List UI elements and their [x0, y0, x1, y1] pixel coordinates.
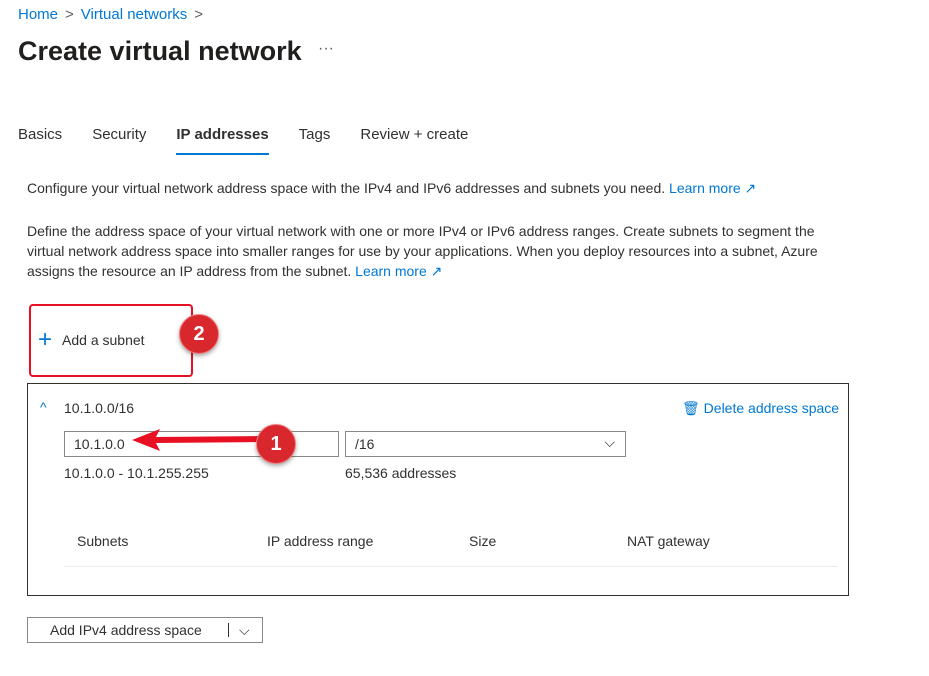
add-subnet-label: Add a subnet	[62, 332, 145, 348]
tab-review-create[interactable]: Review + create	[360, 126, 468, 155]
prefix-value: /16	[355, 436, 375, 452]
intro-text: Configure your virtual network address s…	[27, 178, 847, 198]
intro-label: Configure your virtual network address s…	[27, 180, 666, 196]
delete-address-space-button[interactable]: 🗑 Delete address space	[682, 400, 839, 417]
more-options-button[interactable]: ···	[318, 40, 334, 58]
column-size: Size	[469, 533, 497, 549]
annotation-badge-2: 2	[179, 314, 219, 354]
add-ipv4-address-space-button[interactable]: Add IPv4 address space ⌵	[27, 617, 263, 643]
address-space-header: 10.1.0.0/16	[64, 400, 135, 416]
chevron-down-icon: ⌵	[604, 434, 615, 450]
chevron-down-icon[interactable]: ⌵	[229, 622, 250, 639]
column-nat-gateway: NAT gateway	[627, 533, 710, 549]
column-subnets: Subnets	[77, 533, 129, 549]
address-count: 65,536 addresses	[345, 465, 457, 481]
tab-bar: Basics Security IP addresses Tags Review…	[18, 126, 498, 155]
external-link-icon: ↗	[430, 263, 443, 279]
annotation-badge-1: 1	[256, 424, 296, 464]
external-link-icon: ↗	[744, 180, 757, 196]
breadcrumb-virtual-networks[interactable]: Virtual networks	[81, 6, 187, 23]
breadcrumb: Home > Virtual networks >	[18, 6, 210, 23]
prefix-select[interactable]: /16 ⌵	[345, 431, 626, 457]
tab-security[interactable]: Security	[92, 126, 146, 155]
chevron-up-icon[interactable]: ^	[40, 399, 47, 415]
description-text: Define the address space of your virtual…	[27, 221, 847, 281]
address-range: 10.1.0.0 - 10.1.255.255	[64, 465, 209, 481]
breadcrumb-home[interactable]: Home	[18, 6, 58, 23]
add-subnet-button[interactable]: + Add a subnet	[38, 326, 145, 353]
table-divider	[64, 566, 838, 567]
learn-more-link[interactable]: Learn more	[669, 180, 741, 196]
tab-basics[interactable]: Basics	[18, 126, 62, 155]
plus-icon: +	[38, 326, 53, 353]
add-space-label: Add IPv4 address space	[50, 622, 202, 638]
column-ip-range: IP address range	[267, 533, 374, 549]
page-title: Create virtual network	[18, 36, 302, 66]
learn-more-link-2[interactable]: Learn more	[355, 263, 427, 279]
tab-ip-addresses[interactable]: IP addresses	[176, 126, 269, 155]
delete-label: Delete address space	[703, 400, 840, 416]
trash-icon: 🗑	[682, 400, 700, 416]
tab-tags[interactable]: Tags	[299, 126, 331, 155]
chevron-right-icon: >	[194, 6, 203, 23]
chevron-right-icon: >	[65, 6, 74, 23]
annotation-arrow	[132, 429, 264, 451]
